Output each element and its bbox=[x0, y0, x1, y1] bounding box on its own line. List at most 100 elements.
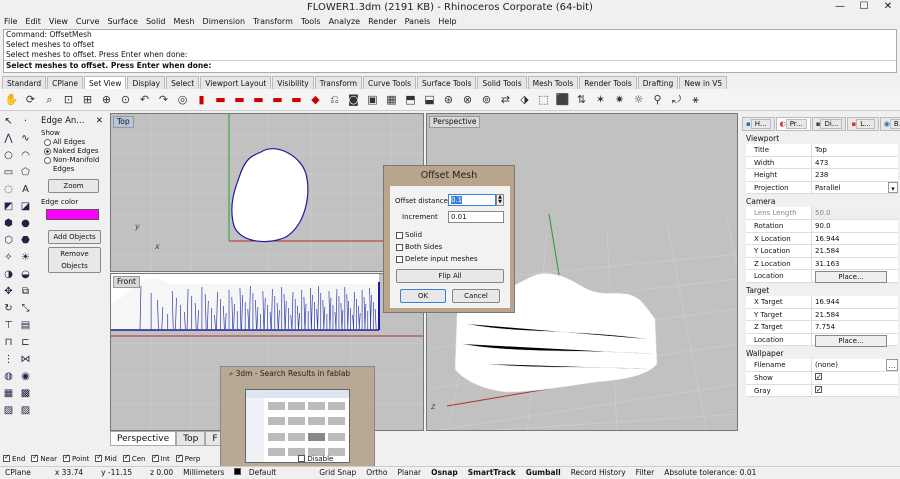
flip-all-button[interactable]: Flip All bbox=[396, 269, 504, 283]
osnap-end[interactable]: End bbox=[3, 453, 25, 463]
star-2-icon[interactable]: ✷ bbox=[611, 91, 628, 108]
tab-display[interactable]: ▪ Di... bbox=[811, 117, 847, 131]
group-icon[interactable]: ⊓ bbox=[0, 334, 17, 351]
select-arrow-icon[interactable]: ↖ bbox=[0, 113, 17, 130]
tab-help[interactable]: ▪ H... bbox=[742, 117, 775, 131]
mirror-icon[interactable]: ⋈ bbox=[17, 351, 34, 368]
menu-edit[interactable]: Edit bbox=[21, 15, 45, 28]
solid-checkbox[interactable]: Solid bbox=[396, 231, 422, 239]
render-icon[interactable]: ◉ bbox=[17, 368, 34, 385]
car-right-icon[interactable]: ▬ bbox=[250, 91, 267, 108]
increment-input[interactable]: 0.01 bbox=[448, 211, 504, 223]
browse-button[interactable]: … bbox=[886, 359, 898, 371]
status-planar[interactable]: Planar bbox=[393, 467, 427, 479]
grid-2-icon[interactable]: ▩ bbox=[17, 385, 34, 402]
person-icon[interactable]: ⚹ bbox=[687, 91, 704, 108]
osnap-perp[interactable]: Perp bbox=[175, 453, 200, 463]
tab-solid-tools[interactable]: Solid Tools bbox=[477, 76, 527, 89]
cancel-button[interactable]: Cancel bbox=[452, 289, 500, 303]
two-point-icon[interactable]: ⬓ bbox=[421, 91, 438, 108]
maximize-button[interactable]: ☐ bbox=[852, 0, 876, 15]
menu-help[interactable]: Help bbox=[434, 15, 460, 28]
mesh-box-icon[interactable]: ⬣ bbox=[17, 232, 34, 249]
star-icon[interactable]: ✶ bbox=[592, 91, 609, 108]
zoom-1-1-icon[interactable]: ◎ bbox=[174, 91, 191, 108]
ok-button[interactable]: OK bbox=[400, 289, 446, 303]
prop-value[interactable]: 21.584 bbox=[812, 245, 898, 257]
point-icon[interactable]: · bbox=[17, 113, 34, 130]
perspective-icon[interactable]: ⬒ bbox=[402, 91, 419, 108]
arc-icon[interactable]: ◠ bbox=[17, 147, 34, 164]
menu-surface[interactable]: Surface bbox=[103, 15, 141, 28]
delete-input-checkbox[interactable]: Delete input meshes bbox=[396, 255, 478, 263]
polygon-icon[interactable]: ⬠ bbox=[17, 164, 34, 181]
prop-value[interactable]: 7.754 bbox=[812, 321, 898, 333]
cube-icon[interactable]: ⬛ bbox=[554, 91, 571, 108]
projection-select[interactable]: Parallel ▾ bbox=[812, 181, 898, 194]
camera-target-icon[interactable]: ⊚ bbox=[478, 91, 495, 108]
viewport-label-front[interactable]: Front bbox=[113, 276, 140, 288]
close-button[interactable]: ✕ bbox=[876, 0, 900, 15]
radio-all-edges[interactable]: All Edges bbox=[44, 138, 103, 147]
box-icon[interactable]: ⬢ bbox=[0, 215, 17, 232]
zoom-button[interactable]: Zoom bbox=[48, 179, 99, 193]
remove-objects-button[interactable]: Remove Objects bbox=[48, 247, 101, 273]
zoom-target-icon[interactable]: ⊙ bbox=[117, 91, 134, 108]
loft-icon[interactable]: ◪ bbox=[17, 198, 34, 215]
mesh-icon[interactable]: ⬡ bbox=[0, 232, 17, 249]
grid-3-icon[interactable]: ▧ bbox=[0, 402, 17, 419]
menu-solid[interactable]: Solid bbox=[142, 15, 170, 28]
car-back-icon[interactable]: ▬ bbox=[288, 91, 305, 108]
status-ortho[interactable]: Ortho bbox=[361, 467, 392, 479]
osnap-int[interactable]: Int bbox=[151, 453, 170, 463]
grid-4-icon[interactable]: ▨ bbox=[17, 402, 34, 419]
hatch-icon[interactable]: ▤ bbox=[17, 317, 34, 334]
tab-drafting[interactable]: Drafting bbox=[637, 76, 679, 89]
prop-value[interactable]: 16.944 bbox=[812, 233, 898, 245]
curve-icon[interactable]: ∿ bbox=[17, 130, 34, 147]
sun-icon[interactable]: ☼ bbox=[630, 91, 647, 108]
menu-panels[interactable]: Panels bbox=[401, 15, 435, 28]
set-target-icon[interactable]: ⊗ bbox=[459, 91, 476, 108]
tab-mesh-tools[interactable]: Mesh Tools bbox=[527, 76, 579, 89]
car-perspective-icon[interactable]: ◆ bbox=[307, 91, 324, 108]
prop-value[interactable]: 90.0 bbox=[812, 220, 898, 232]
prop-value[interactable]: 21.584 bbox=[812, 309, 898, 321]
tab-select[interactable]: Select bbox=[166, 76, 200, 89]
tab-top[interactable]: Top bbox=[176, 431, 206, 446]
menu-mesh[interactable]: Mesh bbox=[169, 15, 198, 28]
gray-checkbox[interactable] bbox=[815, 384, 822, 396]
minimize-button[interactable]: — bbox=[828, 0, 852, 15]
tab-set-view[interactable]: Set View bbox=[83, 76, 127, 89]
car-left-icon[interactable]: ▬ bbox=[269, 91, 286, 108]
menu-curve[interactable]: Curve bbox=[72, 15, 104, 28]
light-icon[interactable]: ✧ bbox=[0, 249, 17, 266]
tab-layers[interactable]: ▪ L... bbox=[847, 117, 879, 131]
menu-view[interactable]: View bbox=[45, 15, 72, 28]
tab-new-in-v5[interactable]: New in V5 bbox=[679, 76, 728, 89]
status-osnap[interactable]: Osnap bbox=[426, 467, 463, 479]
array-icon[interactable]: ⋮ bbox=[0, 351, 17, 368]
radio-naked-edges[interactable]: Naked Edges bbox=[44, 147, 103, 156]
phone-icon[interactable]: ▮ bbox=[193, 91, 210, 108]
walk-icon[interactable]: ⚲ bbox=[649, 91, 666, 108]
prop-value[interactable]: Top bbox=[812, 144, 898, 156]
target-icon[interactable]: ⊛ bbox=[440, 91, 457, 108]
rotate-view-icon[interactable]: ⟳ bbox=[22, 91, 39, 108]
tab-curve-tools[interactable]: Curve Tools bbox=[363, 76, 417, 89]
prop-value[interactable]: 31.163 bbox=[812, 258, 898, 270]
both-sides-checkbox[interactable]: Both Sides bbox=[396, 243, 442, 251]
prop-value[interactable]: 16.944 bbox=[812, 296, 898, 308]
status-grid-snap[interactable]: Grid Snap bbox=[314, 467, 361, 479]
turntable-icon[interactable]: ⤾ bbox=[668, 91, 685, 108]
tab-surface-tools[interactable]: Surface Tools bbox=[417, 76, 477, 89]
flip-icon[interactable]: ⇅ bbox=[573, 91, 590, 108]
tab-blocks[interactable]: ◉B... bbox=[879, 117, 900, 131]
osnap-point[interactable]: Point bbox=[63, 453, 89, 463]
offset-distance-input[interactable]: 0.1 bbox=[448, 194, 496, 206]
tab-properties[interactable]: ◐ Pr... bbox=[775, 117, 811, 131]
sphere-icon[interactable]: ● bbox=[17, 215, 34, 232]
zoom-extents-icon[interactable]: ⊞ bbox=[79, 91, 96, 108]
offset-spinner[interactable]: ▲ ▼ bbox=[496, 194, 504, 206]
redo-view-icon[interactable]: ↷ bbox=[155, 91, 172, 108]
